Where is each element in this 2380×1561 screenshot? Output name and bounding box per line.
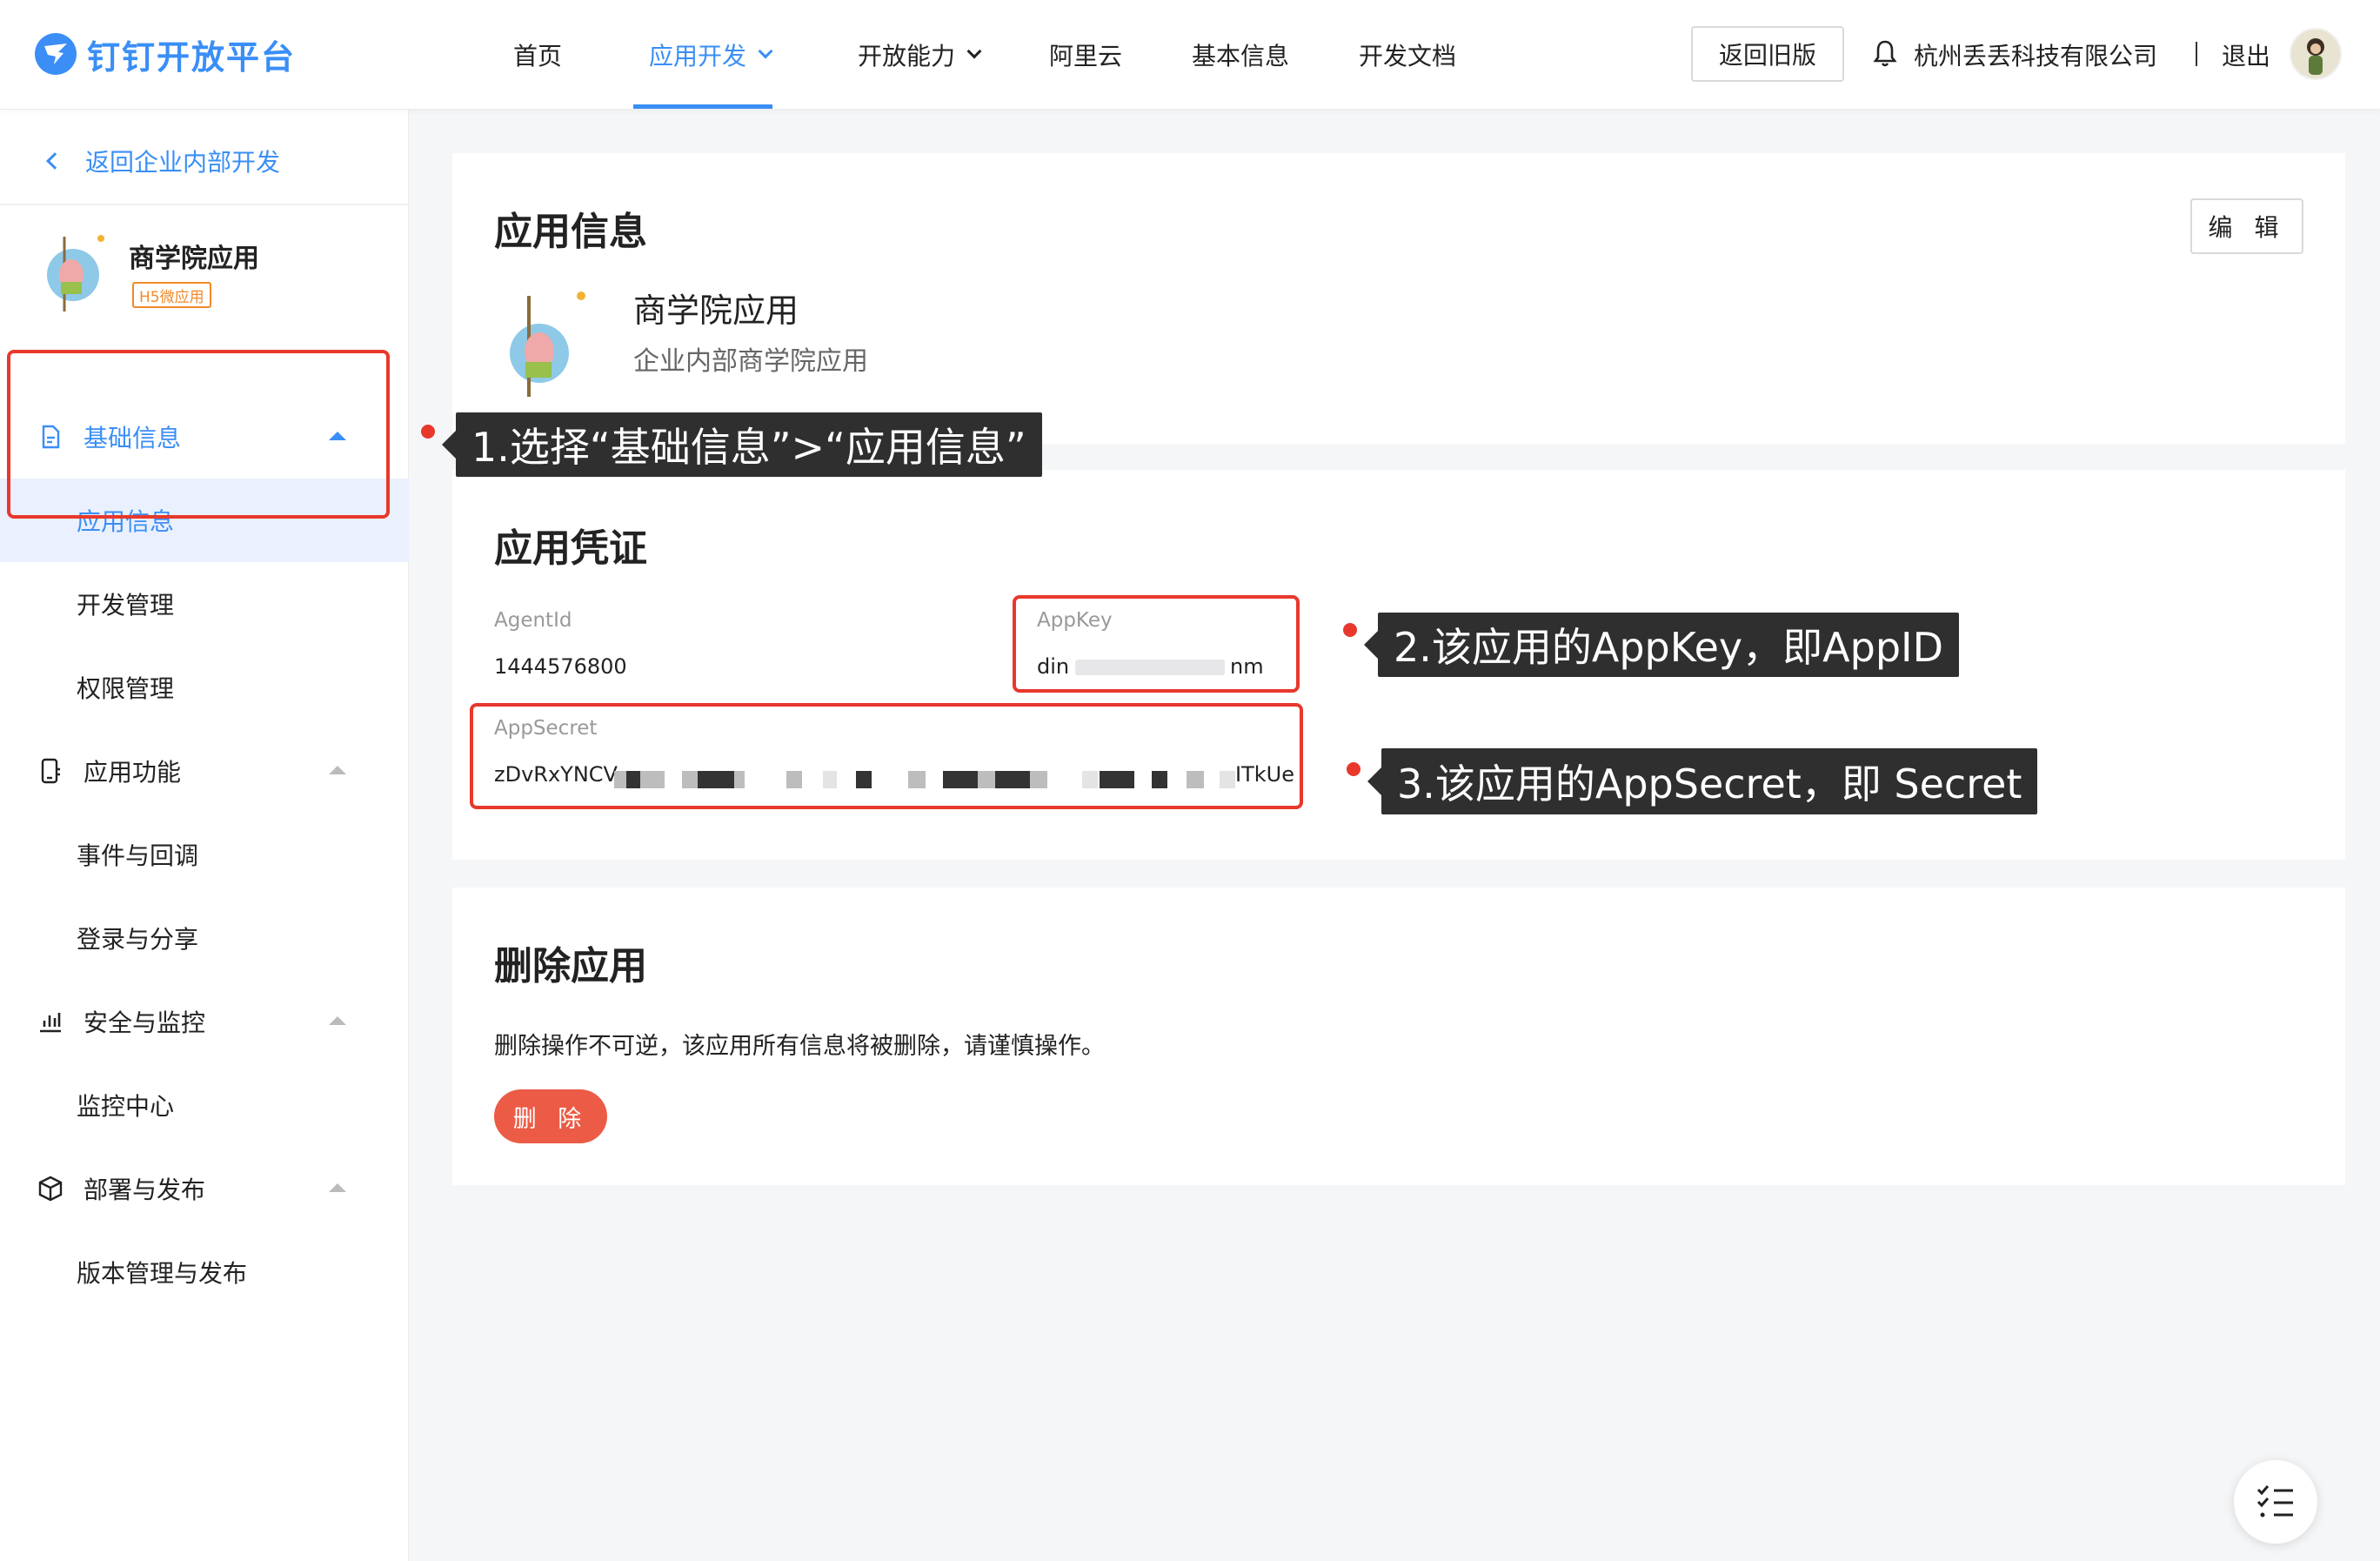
nav-app-dev[interactable]: 应用开发	[649, 0, 773, 110]
app-name: 商学院应用	[129, 244, 259, 274]
menu-group-app-features[interactable]: 应用功能	[0, 729, 409, 813]
divider	[2196, 42, 2197, 66]
collapse-caret-icon[interactable]	[329, 766, 346, 774]
menu-group-label: 部署与发布	[84, 1176, 206, 1204]
cube-icon	[38, 1176, 63, 1202]
dingtalk-bird-icon	[35, 33, 77, 75]
annotation-callout-1: 1.选择“基础信息”>“应用信息”	[442, 412, 1042, 477]
back-link-label: 返回企业内部开发	[85, 148, 281, 177]
nav-capabilities[interactable]: 开放能力	[858, 0, 982, 110]
menu-group-label: 应用功能	[84, 758, 182, 787]
divider	[0, 204, 409, 205]
user-avatar[interactable]	[2290, 28, 2342, 80]
bar-chart-icon	[40, 1013, 61, 1033]
return-old-version-button[interactable]: 返回旧版	[1691, 26, 1844, 82]
app-avatar-large	[510, 291, 585, 397]
annotation-highlight-box	[7, 350, 390, 519]
nav-home[interactable]: 首页	[513, 0, 562, 110]
menu-group-label: 安全与监控	[84, 1008, 206, 1037]
agent-id-label: AgentId	[494, 609, 572, 632]
logout-link[interactable]: 退出	[2222, 0, 2270, 110]
sidebar: 返回企业内部开发 商学院应用 H5微应用 基础信息 应用信息 开发管理 权限管理	[0, 110, 409, 1561]
nav-basic-info[interactable]: 基本信息	[1192, 0, 1289, 110]
collapse-caret-icon[interactable]	[329, 1183, 346, 1192]
delete-warning-text: 删除操作不可逆，该应用所有信息将被删除，请谨慎操作。	[494, 1033, 1105, 1060]
annotation-callout-3: 3.该应用的AppSecret，即 Secret	[1367, 748, 2038, 814]
agent-id-value[interactable]: 1444576800	[494, 654, 627, 679]
annotation-dot	[1343, 623, 1357, 637]
dingtalk-logo[interactable]: 钉钉开放平台	[35, 30, 296, 78]
menu-group-deploy-publish[interactable]: 部署与发布	[0, 1147, 409, 1230]
nav-aliyun[interactable]: 阿里云	[1049, 0, 1122, 110]
app-avatar	[47, 235, 104, 312]
sidebar-item-permission-management[interactable]: 权限管理	[0, 646, 409, 729]
checklist-float-button[interactable]	[2234, 1460, 2317, 1544]
annotation-callout-2: 2.该应用的AppKey，即AppID	[1363, 613, 1960, 677]
annotation-dot	[421, 425, 435, 439]
brand-name: 钉钉开放平台	[87, 37, 297, 77]
sidebar-item-version-publish[interactable]: 版本管理与发布	[0, 1230, 409, 1314]
delete-button[interactable]: 删 除	[494, 1089, 607, 1143]
app-info-description: 企业内部商学院应用	[633, 346, 868, 377]
sidebar-item-dev-management[interactable]: 开发管理	[0, 562, 409, 646]
app-type-badge: H5微应用	[132, 282, 211, 308]
company-name[interactable]: 杭州丢丢科技有限公司	[1914, 0, 2157, 110]
menu-group-security-monitoring[interactable]: 安全与监控	[0, 980, 409, 1063]
sidebar-item-events-callbacks[interactable]: 事件与回调	[0, 813, 409, 896]
checklist-icon	[2256, 1485, 2293, 1517]
nav-app-dev-label: 应用开发	[649, 42, 747, 70]
top-navigation-bar: 钉钉开放平台 首页 应用开发 开放能力 阿里云 基本信息 开发文档 返回旧版 杭…	[0, 0, 2380, 110]
back-to-internal-dev-link[interactable]: 返回企业内部开发	[42, 136, 280, 186]
nav-capabilities-label: 开放能力	[858, 42, 956, 70]
credentials-title: 应用凭证	[494, 526, 647, 571]
collapse-caret-icon[interactable]	[329, 1016, 346, 1025]
annotation-highlight-box	[1013, 595, 1300, 693]
annotation-dot	[1347, 762, 1360, 776]
app-info-name: 商学院应用	[633, 291, 799, 330]
bell-icon[interactable]	[1872, 38, 1898, 70]
app-info-title: 应用信息	[494, 210, 647, 254]
sidebar-item-monitoring-center[interactable]: 监控中心	[0, 1063, 409, 1147]
chevron-down-icon	[966, 44, 982, 59]
active-nav-indicator	[633, 104, 772, 109]
edit-button[interactable]: 编 辑	[2190, 198, 2303, 254]
phone-icon	[41, 758, 60, 784]
chevron-left-icon	[46, 152, 64, 170]
delete-app-title: 删除应用	[494, 944, 647, 988]
chevron-down-icon	[758, 44, 773, 59]
app-summary: 商学院应用 H5微应用	[35, 228, 400, 324]
annotation-highlight-box	[470, 703, 1303, 809]
nav-docs[interactable]: 开发文档	[1359, 0, 1456, 110]
sidebar-item-login-share[interactable]: 登录与分享	[0, 896, 409, 980]
